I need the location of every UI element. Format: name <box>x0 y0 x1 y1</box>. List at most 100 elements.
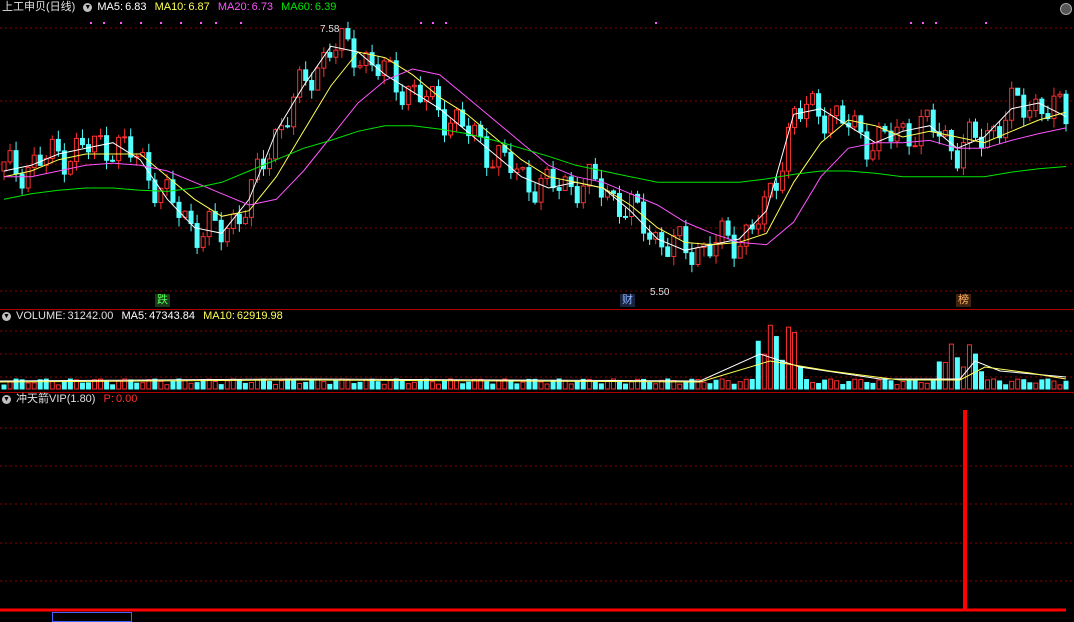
volume-bar <box>791 331 797 390</box>
signal-dot <box>420 22 422 24</box>
volume-bar <box>731 383 737 390</box>
volume-chart-pane[interactable]: ▼ VOLUME: 31242.00 MA5: 47343.84 MA10: 62919… <box>0 309 1074 392</box>
low-price-label: 5.50 <box>650 287 670 298</box>
candle-body <box>92 135 98 153</box>
candle-body <box>647 232 653 240</box>
volume-bar <box>918 382 924 390</box>
signal-dot <box>120 22 122 24</box>
candle-body <box>665 246 671 257</box>
collapse-toggle-icon[interactable]: ▼ <box>2 394 11 404</box>
candle-body <box>592 163 598 180</box>
candle-body <box>13 150 19 175</box>
volume-bar <box>822 379 828 390</box>
volume-bar <box>315 378 321 390</box>
volume-bar <box>357 381 363 390</box>
volume-bar <box>321 381 327 390</box>
volume-bar <box>520 381 526 390</box>
ma-line-ma5 <box>3 45 1067 251</box>
candle-body <box>224 227 230 243</box>
volume-bar <box>683 381 689 390</box>
signal-dot <box>90 22 92 24</box>
volume-bar <box>828 378 834 390</box>
candle-body <box>194 223 200 248</box>
volume-bar <box>25 382 31 390</box>
candle-body <box>635 193 641 203</box>
candle-body <box>206 211 212 238</box>
volume-bar <box>713 379 719 390</box>
volume-bar <box>1057 384 1063 390</box>
signal-dot <box>655 22 657 24</box>
volume-bar <box>846 381 852 390</box>
indicator-header: ▼ 冲天箭VIP(1.80) P: 0.00 <box>2 392 142 407</box>
candle-body <box>520 167 526 170</box>
volume-bar <box>351 383 357 390</box>
volume-bar <box>399 379 405 390</box>
volume-bar <box>236 379 242 390</box>
candle-body <box>1033 98 1039 112</box>
candle-body <box>248 179 254 218</box>
volume-bar <box>647 381 653 390</box>
candlestick-chart[interactable] <box>0 0 1074 309</box>
collapse-toggle-icon[interactable]: ▼ <box>83 2 93 12</box>
candle-body <box>351 38 357 68</box>
volume-bar <box>936 361 942 390</box>
candle-body <box>1015 87 1021 96</box>
event-marker-3[interactable]: 榜 <box>956 294 971 307</box>
candle-body <box>1003 119 1009 139</box>
collapse-toggle-icon[interactable]: ▼ <box>2 311 11 321</box>
volume-bar <box>273 383 279 390</box>
candle-body <box>948 130 954 152</box>
candle-body <box>104 135 110 161</box>
volume-bar <box>544 383 550 390</box>
volume-bar <box>701 381 707 390</box>
signal-dot <box>200 22 202 24</box>
volume-bar <box>804 379 810 390</box>
signal-dot <box>140 22 142 24</box>
candle-body <box>122 136 128 139</box>
candle-body <box>7 150 13 163</box>
volume-bar <box>212 380 218 390</box>
volume-bar <box>942 361 948 390</box>
volume-bar <box>303 381 309 390</box>
candle-body <box>411 84 417 88</box>
volume-bar <box>188 382 194 390</box>
p-label: P: <box>103 393 114 405</box>
volume-bar <box>309 379 315 390</box>
volume-bar <box>333 380 339 390</box>
candle-body <box>279 125 285 131</box>
volume-bar <box>405 383 411 390</box>
volume-bar <box>985 379 991 390</box>
vol-ma10-label: MA10: <box>203 310 235 322</box>
candle-body <box>761 196 767 225</box>
event-marker-2[interactable]: 财 <box>620 294 635 307</box>
volume-bar <box>248 382 254 390</box>
candle-body <box>773 182 779 191</box>
price-chart-pane[interactable]: 上工申贝(日线) ▼ MA5: 6.83 MA10: 6.87 MA20: 6.73 M… <box>0 0 1074 309</box>
volume-bar <box>779 359 785 390</box>
volume-bar <box>218 384 224 390</box>
candle-body <box>822 115 828 134</box>
candle-body <box>339 28 345 51</box>
candle-body <box>267 158 272 170</box>
volume-bar <box>435 383 441 390</box>
indicator-pane[interactable]: ▼ 冲天箭VIP(1.80) P: 0.00 <box>0 392 1074 620</box>
signal-dot <box>180 22 182 24</box>
volume-bar <box>761 353 767 390</box>
volume-bar <box>164 384 170 390</box>
candle-body <box>562 176 568 191</box>
volume-bar <box>1033 382 1039 390</box>
indicator-name: 冲天箭VIP(1.80) <box>16 393 96 405</box>
candle-body <box>574 186 580 204</box>
volume-bar <box>267 381 272 390</box>
ma20-label: MA20: <box>217 1 250 13</box>
indicator-chart[interactable] <box>0 392 1074 620</box>
volume-bar <box>840 383 846 390</box>
volume-bar <box>912 379 918 390</box>
candle-body <box>870 150 876 160</box>
ma10-label: MA10: <box>154 1 187 13</box>
volume-bar <box>466 381 472 390</box>
candle-body <box>254 158 260 181</box>
candle-body <box>315 67 321 91</box>
event-marker-1[interactable]: 跌 <box>155 294 170 307</box>
indicator-signal-spike <box>963 410 967 610</box>
